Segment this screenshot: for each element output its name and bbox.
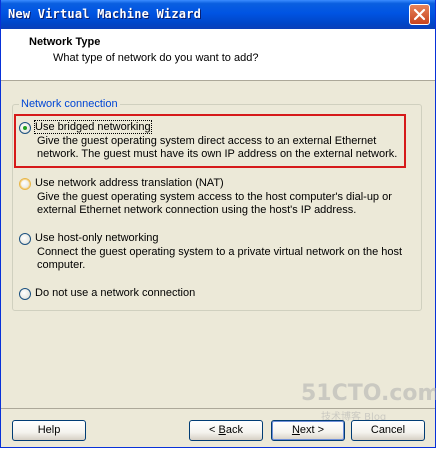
option-host-only-label[interactable]: Use host-only networking bbox=[35, 232, 159, 244]
page-subtitle: What type of network do you want to add? bbox=[53, 52, 259, 64]
wizard-window: New Virtual Machine Wizard Network Type … bbox=[0, 0, 436, 448]
window-title: New Virtual Machine Wizard bbox=[8, 7, 202, 21]
next-button[interactable]: Next > bbox=[271, 420, 345, 441]
back-button-rest: ack bbox=[225, 424, 243, 436]
option-nat-description: Give the guest operating system access t… bbox=[37, 191, 392, 216]
close-button[interactable] bbox=[409, 4, 430, 25]
group-label: Network connection bbox=[19, 98, 120, 110]
watermark-logo: 51CTO.com bbox=[301, 381, 436, 406]
next-button-rest: ext > bbox=[299, 424, 325, 436]
back-button-prefix: < bbox=[209, 424, 219, 436]
radio-host-only[interactable] bbox=[19, 233, 31, 245]
radio-no-network[interactable] bbox=[19, 288, 31, 300]
option-host-only-description: Connect the guest operating system to a … bbox=[37, 246, 403, 271]
option-nat-label[interactable]: Use network address translation (NAT) bbox=[35, 177, 224, 189]
cancel-button[interactable]: Cancel bbox=[351, 420, 425, 441]
title-bar[interactable]: New Virtual Machine Wizard bbox=[1, 0, 435, 29]
red-highlight-annotation bbox=[14, 114, 406, 168]
close-icon bbox=[413, 8, 426, 21]
back-button[interactable]: < Back bbox=[189, 420, 263, 441]
back-button-mnemonic: B bbox=[218, 424, 226, 436]
option-no-network-label[interactable]: Do not use a network connection bbox=[35, 287, 195, 299]
footer-divider bbox=[1, 408, 435, 409]
page-title: Network Type bbox=[29, 36, 101, 48]
help-button[interactable]: Help bbox=[12, 420, 86, 441]
next-button-mnemonic: N bbox=[291, 424, 300, 436]
wizard-header: Network Type What type of network do you… bbox=[1, 29, 435, 81]
radio-nat[interactable] bbox=[19, 178, 31, 190]
